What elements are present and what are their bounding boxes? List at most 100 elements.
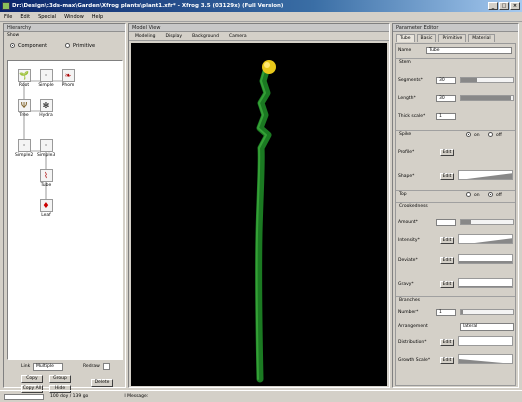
simple-icon: · xyxy=(17,139,31,152)
top-section: Top on off xyxy=(396,190,515,198)
deviate-edit-button[interactable]: Edit xyxy=(440,257,454,264)
segments-slider[interactable] xyxy=(460,77,514,83)
copy-button[interactable]: Copy xyxy=(21,375,43,383)
shape-edit-button[interactable]: Edit xyxy=(440,173,454,180)
phom-icon: ❧ xyxy=(61,69,75,82)
simple-icon: · xyxy=(39,139,53,152)
arrangement-select[interactable]: lateral xyxy=(460,323,514,331)
parameter-list: Name Tube Stem Segments* 30 Length* 30 T… xyxy=(395,43,516,386)
component-radio[interactable]: Component xyxy=(10,43,47,49)
tab-background[interactable]: Background xyxy=(192,34,219,39)
length-slider[interactable] xyxy=(460,95,514,101)
node-simple[interactable]: · Simple xyxy=(37,69,55,88)
amount-field[interactable] xyxy=(436,219,456,226)
tab-camera[interactable]: Camera xyxy=(229,34,247,39)
length-field[interactable]: 30 xyxy=(436,95,456,102)
leaf-icon: ♦ xyxy=(39,199,53,212)
menu-file[interactable]: File xyxy=(4,14,12,20)
radio-dot-icon xyxy=(488,132,493,137)
node-simple3[interactable]: · Simple3 xyxy=(37,139,55,158)
top-on-radio[interactable]: on xyxy=(466,192,480,198)
parameter-editor-title: Parameter Editor xyxy=(393,24,518,32)
progress-bar xyxy=(4,393,44,400)
tab-material[interactable]: Material xyxy=(468,34,495,42)
model-view-title: Model View xyxy=(129,24,389,32)
deviate-curve[interactable] xyxy=(458,254,513,264)
tab-basic[interactable]: Basic xyxy=(416,34,437,42)
top-off-radio[interactable]: off xyxy=(488,192,502,198)
intensity-edit-button[interactable]: Edit xyxy=(440,237,454,244)
crookedness-section: Crookedness xyxy=(396,202,515,209)
profile-edit-button[interactable]: Edit xyxy=(440,149,454,156)
tab-primitive[interactable]: Primitive xyxy=(438,34,467,42)
3d-viewport[interactable] xyxy=(131,43,387,386)
component-tree[interactable]: 🌱 Root · Simple ❧ Phom Ψ Tree ✻ Hydra · Simple… xyxy=(7,60,123,360)
app-icon xyxy=(2,2,10,10)
tab-tube[interactable]: Tube xyxy=(396,34,415,42)
status-bar: 100 doy / 139 go I Message: xyxy=(0,390,522,402)
hierarchy-title: Hierarchy xyxy=(4,24,125,32)
node-simple2[interactable]: · Simple2 xyxy=(15,139,33,158)
simple-icon: · xyxy=(39,69,53,82)
profile-label: Profile* xyxy=(398,150,415,155)
window-titlebar: Dr:\Design\:3ds-max\Garden\Xfrog plants\… xyxy=(0,0,522,12)
maximize-button[interactable]: □ xyxy=(499,2,509,10)
spike-section: Spike on off xyxy=(396,130,515,138)
hydra-icon: ✻ xyxy=(39,99,53,112)
close-button[interactable]: × xyxy=(510,2,520,10)
gravy-edit-button[interactable]: Edit xyxy=(440,281,454,288)
thick-scale-field[interactable]: 1 xyxy=(436,113,456,120)
branches-section: Branches xyxy=(396,296,515,303)
amount-slider[interactable] xyxy=(460,219,514,225)
stem-section: Stem xyxy=(396,58,515,65)
segments-field[interactable]: 30 xyxy=(436,77,456,84)
link-label: Link xyxy=(21,364,31,369)
model-view-panel: Model View Modeling Display Background C… xyxy=(128,23,390,388)
delete-button[interactable]: Delete xyxy=(91,379,113,387)
name-field[interactable]: Tube xyxy=(426,47,512,54)
distribution-curve[interactable] xyxy=(458,336,513,346)
tree-icon: Ψ xyxy=(17,99,31,112)
root-icon: 🌱 xyxy=(17,69,31,82)
progress-text: 100 doy / 139 go xyxy=(50,394,89,399)
tab-display[interactable]: Display xyxy=(165,34,182,39)
node-phom[interactable]: ❧ Phom xyxy=(59,69,77,88)
tube-icon: ⌇ xyxy=(39,169,53,182)
menu-edit[interactable]: Edit xyxy=(20,14,30,20)
redraw-label: Redraw xyxy=(83,364,100,369)
number-slider[interactable] xyxy=(460,309,514,315)
radio-dot-icon xyxy=(10,43,15,48)
node-root[interactable]: 🌱 Root xyxy=(15,69,33,88)
node-leaf[interactable]: ♦ Leaf xyxy=(37,199,55,218)
radio-dot-icon xyxy=(466,192,471,197)
tab-modeling[interactable]: Modeling xyxy=(135,34,155,39)
menu-special[interactable]: Special xyxy=(38,14,56,20)
node-tree[interactable]: Ψ Tree xyxy=(15,99,33,118)
node-tube[interactable]: ⌇ Tube xyxy=(37,169,55,188)
spike-on-radio[interactable]: on xyxy=(466,132,480,138)
redraw-checkbox[interactable] xyxy=(103,363,110,370)
node-hydra[interactable]: ✻ Hydra xyxy=(37,99,55,118)
menu-bar: File Edit Special Window Help xyxy=(0,12,522,22)
minimize-button[interactable]: _ xyxy=(488,2,498,10)
window-buttons: _ □ × xyxy=(488,2,520,10)
link-select[interactable]: Multiple xyxy=(33,363,63,371)
distribution-edit-button[interactable]: Edit xyxy=(440,339,454,346)
growth-scale-curve[interactable] xyxy=(458,354,513,364)
primitive-radio[interactable]: Primitive xyxy=(65,43,95,49)
growth-scale-edit-button[interactable]: Edit xyxy=(440,357,454,364)
view-tabs: Modeling Display Background Camera xyxy=(129,32,389,41)
parameter-editor-panel: Parameter Editor Tube Basic Primitive Ma… xyxy=(392,23,519,388)
gravy-curve[interactable] xyxy=(458,278,513,288)
menu-window[interactable]: Window xyxy=(64,14,84,20)
spike-off-radio[interactable]: off xyxy=(488,132,502,138)
number-field[interactable]: 1 xyxy=(436,309,456,316)
plant-model xyxy=(255,60,276,383)
show-label: Show xyxy=(7,33,20,38)
window-title: Dr:\Design\:3ds-max\Garden\Xfrog plants\… xyxy=(12,3,284,9)
shape-curve[interactable] xyxy=(458,170,513,180)
intensity-curve[interactable] xyxy=(458,234,513,244)
radio-dot-icon xyxy=(488,192,493,197)
group-button[interactable]: Group xyxy=(49,375,71,383)
menu-help[interactable]: Help xyxy=(92,14,103,20)
